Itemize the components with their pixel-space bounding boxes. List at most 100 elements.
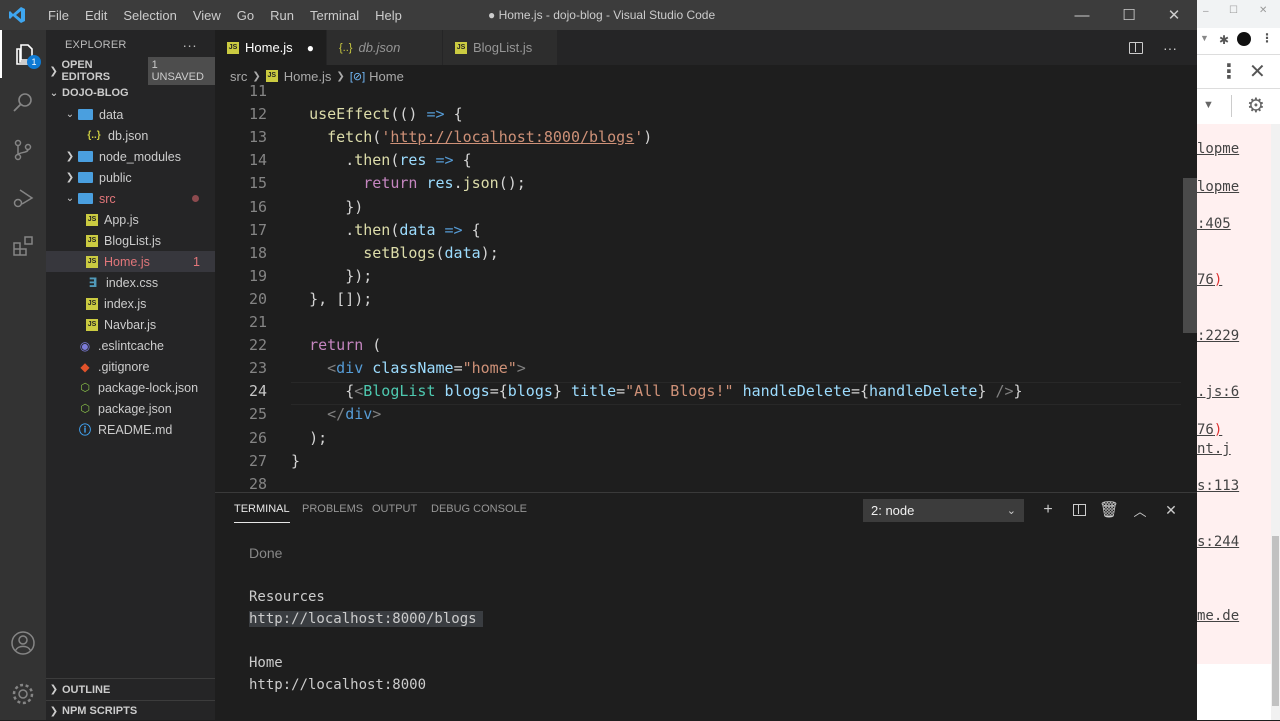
tab-home-js[interactable]: JS Home.js ●: [215, 30, 327, 65]
close-button[interactable]: ✕: [1151, 0, 1197, 30]
console-source-link[interactable]: :405: [1197, 216, 1231, 232]
tree-item-package-json[interactable]: ⬡ package.json: [46, 398, 215, 419]
console-scrollbar[interactable]: [1271, 124, 1280, 720]
activity-manage[interactable]: [0, 670, 46, 718]
panel-tab-output[interactable]: OUTPUT: [372, 503, 417, 515]
activity-extensions[interactable]: [0, 222, 46, 270]
tree-item-label: index.js: [104, 296, 147, 311]
menu-view[interactable]: View: [185, 8, 229, 23]
kill-terminal-trash-icon[interactable]: 🗑: [1098, 499, 1120, 521]
extensions-puzzle-icon[interactable]: ✱: [1219, 33, 1229, 47]
activity-accounts[interactable]: [0, 619, 46, 667]
code-line[interactable]: fetch('http://localhost:8000/blogs'): [291, 128, 652, 146]
open-editors-section[interactable]: ❯ OPEN EDITORS 1 UNSAVED: [46, 57, 215, 85]
breadcrumb-file[interactable]: Home.js: [284, 69, 332, 84]
editor-scrollbar[interactable]: [1183, 178, 1197, 333]
console-source-link[interactable]: me.de: [1197, 608, 1239, 624]
code-line[interactable]: .then(res => {: [291, 151, 471, 169]
console-source-link[interactable]: lopme: [1197, 179, 1239, 195]
minimize-button[interactable]: —: [1059, 0, 1105, 30]
split-terminal-icon[interactable]: [1068, 499, 1090, 521]
console-source-link[interactable]: 76): [1197, 422, 1222, 438]
close-panel-icon[interactable]: ✕: [1160, 499, 1182, 521]
tree-item-index-js[interactable]: JS index.js: [46, 293, 215, 314]
unsaved-dot-icon[interactable]: ●: [307, 41, 314, 55]
browser-maximize[interactable]: ☐: [1229, 5, 1238, 16]
tree-item-eslintcache[interactable]: ◉ .eslintcache: [46, 335, 215, 356]
chevron-right-icon: ❯: [49, 684, 59, 695]
tree-item-navbar-js[interactable]: JS Navbar.js: [46, 314, 215, 335]
activity-source-control[interactable]: [0, 126, 46, 174]
panel-tab-problems[interactable]: PROBLEMS: [302, 503, 363, 515]
tree-item-bloglist-js[interactable]: JS BlogList.js: [46, 230, 215, 251]
breadcrumb-symbol[interactable]: Home: [369, 69, 404, 84]
tree-item-app-js[interactable]: JS App.js: [46, 209, 215, 230]
profile-avatar[interactable]: [1237, 32, 1251, 46]
maximize-panel-chevron-up-icon[interactable]: ︿: [1129, 499, 1151, 521]
console-source-link[interactable]: s:113: [1197, 478, 1239, 494]
project-section[interactable]: ⌄ DOJO-BLOG: [46, 82, 215, 104]
console-source-link[interactable]: :2229: [1197, 328, 1239, 344]
console-source-link[interactable]: nt.j: [1197, 441, 1231, 457]
menu-selection[interactable]: Selection: [115, 8, 184, 23]
maximize-button[interactable]: ☐: [1106, 0, 1152, 30]
tree-item-db-json[interactable]: {..} db.json: [46, 125, 215, 146]
npm-scripts-section[interactable]: ❯ NPM SCRIPTS: [46, 700, 215, 721]
panel-tab-debug-console[interactable]: DEBUG CONSOLE: [431, 503, 527, 515]
console-source-link[interactable]: lopme: [1197, 141, 1239, 157]
split-editor-icon[interactable]: [1129, 41, 1143, 54]
activity-search[interactable]: [0, 78, 46, 126]
code-line[interactable]: }: [291, 452, 300, 470]
code-line[interactable]: setBlogs(data);: [291, 244, 498, 262]
tab-bloglist-js[interactable]: JS BlogList.js: [443, 30, 558, 65]
tree-item-index-css[interactable]: ∃ index.css: [46, 272, 215, 293]
console-source-link[interactable]: s:244: [1197, 534, 1239, 550]
menu-help[interactable]: Help: [367, 8, 410, 23]
devtools-close-icon[interactable]: ✕: [1249, 59, 1266, 84]
activity-explorer[interactable]: 1: [0, 30, 46, 78]
menu-terminal[interactable]: Terminal: [302, 8, 367, 23]
tree-item-public[interactable]: ❯ public: [46, 167, 215, 188]
code-line[interactable]: {<BlogList blogs={blogs} title="All Blog…: [291, 382, 1022, 400]
code-line[interactable]: );: [291, 429, 327, 447]
browser-close[interactable]: ✕: [1259, 5, 1267, 16]
code-line[interactable]: return res.json();: [291, 174, 526, 192]
tree-item-node-modules[interactable]: ❯ node_modules: [46, 146, 215, 167]
dropdown-icon[interactable]: ▼: [1200, 33, 1209, 43]
devtools-more-icon[interactable]: ⋮: [1219, 59, 1239, 84]
code-line[interactable]: }, []);: [291, 290, 372, 308]
code-line[interactable]: });: [291, 267, 372, 285]
menu-go[interactable]: Go: [229, 8, 262, 23]
tab-db-json[interactable]: {..} db.json: [327, 30, 443, 65]
tree-item-package-lock-json[interactable]: ⬡ package-lock.json: [46, 377, 215, 398]
dropdown-icon[interactable]: ▼: [1203, 99, 1214, 111]
code-line[interactable]: }): [291, 198, 363, 216]
console-settings-gear-icon[interactable]: ⚙: [1247, 93, 1265, 118]
console-source-link[interactable]: 76): [1197, 272, 1222, 288]
code-editor[interactable]: 11 12 useEffect(() => {13 fetch('http://l…: [215, 82, 1183, 493]
editor-more-icon[interactable]: ···: [1163, 40, 1177, 56]
activity-run-debug[interactable]: [0, 174, 46, 222]
code-line[interactable]: useEffect(() => {: [291, 105, 463, 123]
outline-section[interactable]: ❯ OUTLINE: [46, 679, 215, 700]
explorer-more-button[interactable]: ···: [182, 37, 197, 53]
tree-item-gitignore[interactable]: ◆ .gitignore: [46, 356, 215, 377]
browser-menu-icon[interactable]: ⋮: [1261, 31, 1273, 45]
tree-item-src[interactable]: ⌄ src: [46, 188, 215, 209]
console-source-link[interactable]: .js:6: [1197, 384, 1239, 400]
code-line[interactable]: <div className="home">: [291, 359, 526, 377]
tree-item-home-js[interactable]: JS Home.js 1: [46, 251, 215, 272]
menu-run[interactable]: Run: [262, 8, 302, 23]
code-line[interactable]: return (: [291, 336, 381, 354]
panel-tab-terminal[interactable]: TERMINAL: [234, 503, 290, 523]
menu-file[interactable]: File: [40, 8, 77, 23]
extensions-icon: [13, 236, 33, 256]
tree-item-readme-md[interactable]: ⓘ README.md: [46, 419, 215, 440]
terminal-select[interactable]: 2: node ⌄: [863, 499, 1024, 522]
code-line[interactable]: </div>: [291, 405, 381, 423]
new-terminal-icon[interactable]: +: [1037, 499, 1059, 521]
tree-item-data[interactable]: ⌄ data: [46, 104, 215, 125]
code-line[interactable]: .then(data => {: [291, 221, 480, 239]
browser-minimize[interactable]: –: [1203, 6, 1209, 17]
menu-edit[interactable]: Edit: [77, 8, 115, 23]
